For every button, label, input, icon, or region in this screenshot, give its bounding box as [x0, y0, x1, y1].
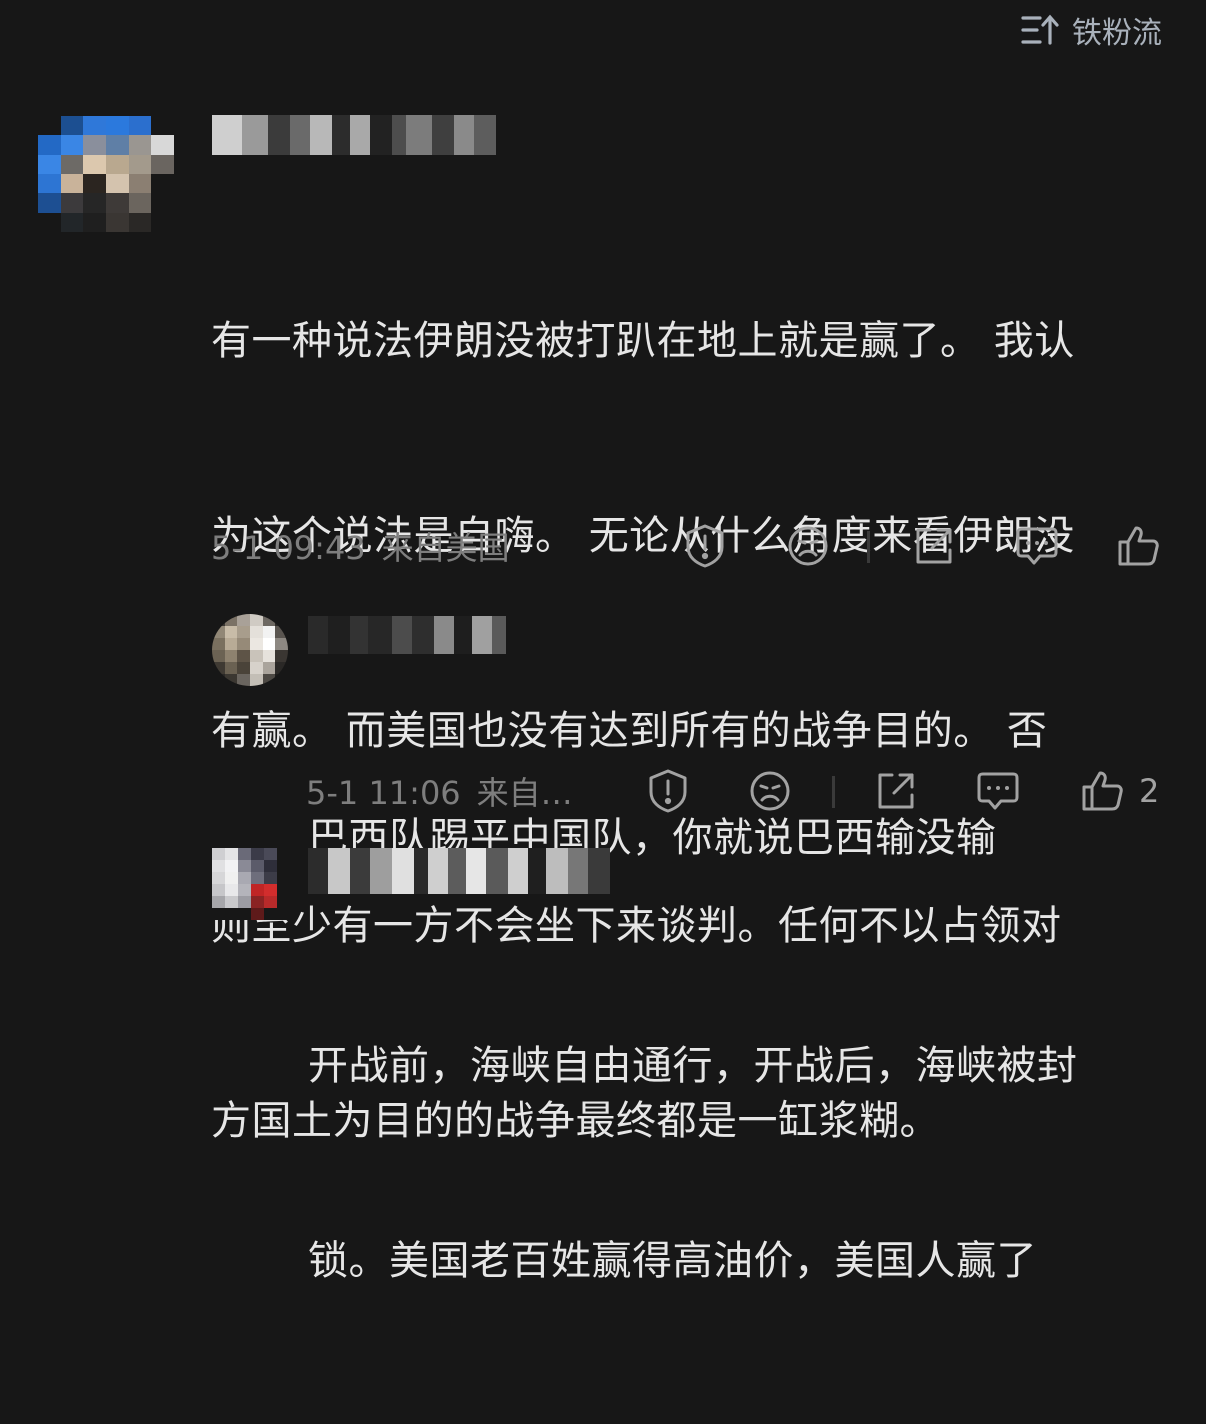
- reply-button[interactable]: [975, 766, 1021, 816]
- comment-item: 有一种说法伊朗没被打趴在地上就是赢了。 我认 为这个说法是自嗨。 无论从什么角度…: [0, 0, 1206, 1144]
- report-icon: [646, 768, 690, 814]
- username-redacted[interactable]: [212, 115, 496, 155]
- comment-line: 锁。美国老百姓赢得高油价，美国人赢了: [308, 1238, 1037, 1284]
- comment-line: 开战前，海峡自由通行，开战后，海峡被封: [308, 1043, 1078, 1089]
- comment-time: 5-1 11:06: [306, 774, 461, 812]
- comment-meta: 5-1 09:43 来自美国: [211, 521, 1171, 571]
- comment-location: 来自美国: [381, 529, 510, 567]
- dislike-icon: [748, 769, 792, 813]
- like-button[interactable]: [1115, 521, 1175, 571]
- comment-location: 来自…: [476, 774, 573, 812]
- share-button[interactable]: [874, 766, 918, 816]
- comment-line: 有一种说法伊朗没被打趴在地上就是赢了。 我认: [211, 318, 1075, 364]
- reply-icon: [1014, 524, 1060, 568]
- comment-item: 开战前，海峡自由通行，开战后，海峡被封 锁。美国老百姓赢得高油价，美国人赢了: [0, 840, 1206, 1284]
- username-redacted[interactable]: [308, 848, 610, 894]
- dislike-button[interactable]: [748, 766, 792, 816]
- report-icon: [683, 523, 727, 569]
- meta-info: 5-1 09:43 来自美国: [211, 523, 510, 569]
- divider: [867, 531, 870, 563]
- comment-text: 开战前，海峡自由通行，开战后，海峡被封 锁。美国老百姓赢得高油价，美国人赢了: [308, 904, 1178, 1424]
- report-button[interactable]: [683, 521, 727, 571]
- like-count: 2: [1139, 772, 1160, 810]
- comment-item: 巴西队踢平中国队，你就说巴西输没输 5-1 11:06 来自… 2: [0, 600, 1206, 861]
- avatar[interactable]: [212, 848, 290, 920]
- divider: [832, 776, 835, 808]
- dislike-icon: [786, 524, 830, 568]
- like-icon: [1115, 524, 1161, 568]
- avatar[interactable]: [212, 614, 288, 686]
- meta-info: 5-1 11:06 来自…: [306, 768, 573, 814]
- comment-meta: 5-1 11:06 来自… 2: [306, 766, 1176, 816]
- share-icon: [874, 769, 918, 813]
- dislike-button[interactable]: [786, 521, 830, 571]
- share-icon: [912, 524, 956, 568]
- avatar[interactable]: [38, 116, 174, 232]
- share-button[interactable]: [912, 521, 956, 571]
- username-redacted[interactable]: [308, 616, 506, 654]
- report-button[interactable]: [646, 766, 690, 816]
- like-icon: [1079, 769, 1125, 813]
- reply-button[interactable]: [1014, 521, 1060, 571]
- reply-icon: [975, 769, 1021, 813]
- comment-time: 5-1 09:43: [211, 529, 366, 567]
- like-button[interactable]: 2: [1079, 766, 1159, 816]
